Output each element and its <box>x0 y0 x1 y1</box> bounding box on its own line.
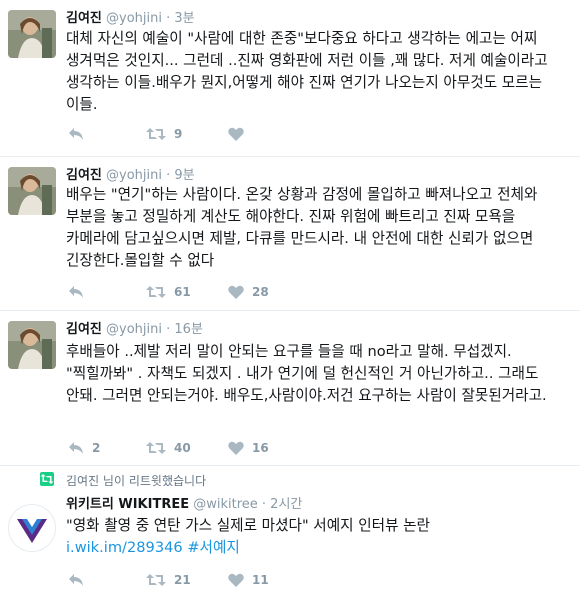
retweet-button[interactable]: 9 <box>146 124 182 144</box>
user-name[interactable]: 김여진 <box>66 168 102 183</box>
tweet[interactable]: 김여진 @yohjini · 16분 후배들아 ..제발 저리 말이 안되는 요… <box>0 311 580 466</box>
tweet-actions: 21 11 <box>66 570 486 590</box>
retweet-button[interactable]: 61 <box>146 282 191 302</box>
avatar[interactable] <box>8 167 56 215</box>
retweet-icon <box>146 574 166 586</box>
reply-button[interactable] <box>68 570 84 590</box>
like-button[interactable] <box>228 124 252 144</box>
user-name[interactable]: 김여진 <box>66 322 102 337</box>
reply-button[interactable] <box>68 282 84 302</box>
retweet-count: 21 <box>174 573 191 587</box>
tweet-header: 김여진 @yohjini · 16분 <box>66 321 203 338</box>
tweet-text-main: "영화 촬영 중 연탄 가스 실제로 마셨다" 서예지 인터뷰 논란 <box>66 517 430 534</box>
tweet-link[interactable]: i.wik.im/289346 <box>66 539 183 556</box>
like-button[interactable]: 28 <box>228 282 269 302</box>
avatar[interactable] <box>8 321 56 369</box>
like-heart-icon <box>228 573 244 587</box>
like-button[interactable]: 16 <box>228 438 269 458</box>
avatar[interactable] <box>8 10 56 58</box>
reply-button[interactable] <box>68 124 84 144</box>
retweet-count: 61 <box>174 285 191 299</box>
tweet-text: 후배들아 ..제발 저리 말이 안되는 요구를 들을 때 no라고 말해. 무섭… <box>66 343 547 404</box>
retweet-icon <box>146 442 166 454</box>
retweet-count: 9 <box>174 127 183 141</box>
timestamp[interactable]: · 2시간 <box>262 497 302 512</box>
tweet-header: 김여진 @yohjini · 9분 <box>66 167 195 184</box>
tweet[interactable]: 김여진 @yohjini · 9분 배우는 "연기"하는 사람이다. 온갖 상황… <box>0 157 580 311</box>
reply-button[interactable]: 2 <box>68 438 100 458</box>
tweet-text: 배우는 "연기"하는 사람이다. 온갖 상황과 감정에 몰입하고 빠져나오고 전… <box>66 186 538 269</box>
retweeted-tweet[interactable]: 김여진 님이 리트윗했습니다 위키트리 WIKITREE @wikitree ·… <box>0 466 580 601</box>
retweet-icon <box>146 286 166 298</box>
like-heart-icon <box>228 127 244 141</box>
retweet-badge-icon <box>40 472 54 486</box>
tweet-header: 위키트리 WIKITREE @wikitree · 2시간 <box>66 496 302 513</box>
like-button[interactable]: 11 <box>228 570 269 590</box>
tweet[interactable]: 김여진 @yohjini · 3분 대체 자신의 예술이 "사람에 대한 존중"… <box>0 0 580 157</box>
timeline: 김여진 @yohjini · 3분 대체 자신의 예술이 "사람에 대한 존중"… <box>0 0 580 601</box>
like-heart-icon <box>228 285 244 299</box>
timestamp[interactable]: · 9분 <box>166 168 195 183</box>
user-handle[interactable]: @yohjini <box>106 322 162 337</box>
retweet-count: 40 <box>174 441 191 455</box>
avatar[interactable] <box>8 504 56 552</box>
user-name[interactable]: 위키트리 WIKITREE <box>66 497 189 512</box>
retweet-button[interactable]: 21 <box>146 570 191 590</box>
tweet-actions: 61 28 <box>66 282 486 302</box>
tweet-actions: 9 <box>66 124 486 144</box>
user-handle[interactable]: @yohjini <box>106 11 162 26</box>
retweet-context[interactable]: 김여진 님이 리트윗했습니다 <box>66 472 206 489</box>
tweet-actions: 2 40 16 <box>66 438 486 458</box>
timestamp[interactable]: · 16분 <box>166 322 203 337</box>
tweet-text: "영화 촬영 중 연탄 가스 실제로 마셨다" 서예지 인터뷰 논란 i.wik… <box>66 515 572 559</box>
like-count: 11 <box>252 573 269 587</box>
like-count: 28 <box>252 285 269 299</box>
reply-icon <box>69 286 83 298</box>
user-handle[interactable]: @wikitree <box>193 497 258 512</box>
reply-icon <box>69 442 83 454</box>
tweet-text: 대체 자신의 예술이 "사람에 대한 존중"보다중요 하다고 생각하는 에고는 … <box>66 30 548 113</box>
like-count: 16 <box>252 441 269 455</box>
retweet-icon <box>146 128 166 140</box>
retweet-button[interactable]: 40 <box>146 438 191 458</box>
timestamp[interactable]: · 3분 <box>166 11 195 26</box>
user-name[interactable]: 김여진 <box>66 11 102 26</box>
like-heart-icon <box>228 441 244 455</box>
hashtag-link[interactable]: #서예지 <box>187 539 240 556</box>
reply-count: 2 <box>92 441 101 455</box>
reply-icon <box>69 574 83 586</box>
tweet-header: 김여진 @yohjini · 3분 <box>66 10 195 27</box>
reply-icon <box>69 128 83 140</box>
user-handle[interactable]: @yohjini <box>106 168 162 183</box>
